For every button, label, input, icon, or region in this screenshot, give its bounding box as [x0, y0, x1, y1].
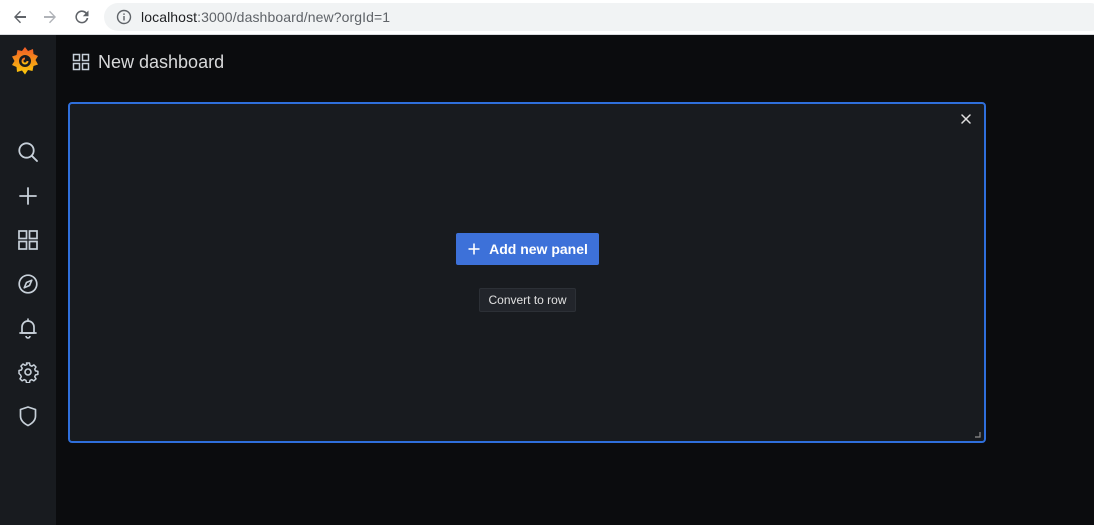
side-menu: [0, 35, 56, 525]
search-icon: [18, 142, 38, 162]
server-admin-nav-item[interactable]: [14, 402, 42, 430]
page-title[interactable]: New dashboard: [98, 52, 224, 73]
convert-to-row-button[interactable]: Convert to row: [479, 288, 576, 312]
arrow-right-icon: [44, 10, 56, 24]
alerting-nav-item[interactable]: [14, 314, 42, 342]
page-header: New dashboard: [72, 49, 224, 75]
info-icon[interactable]: [116, 9, 132, 25]
shield-icon: [19, 406, 37, 427]
close-icon: [961, 114, 971, 124]
apps-icon: [18, 230, 38, 250]
convert-to-row-label: Convert to row: [488, 293, 567, 307]
gear-icon: [18, 362, 39, 383]
url-text: localhost:3000/dashboard/new?orgId=1: [141, 9, 390, 25]
grafana-app: New dashboard Add new panel Convert to r…: [0, 35, 1094, 525]
compass-icon: [18, 274, 38, 294]
close-panel-button[interactable]: [958, 111, 974, 127]
forward-button[interactable]: [34, 1, 66, 33]
browser-toolbar: localhost:3000/dashboard/new?orgId=1: [0, 0, 1094, 35]
configuration-nav-item[interactable]: [14, 358, 42, 386]
resize-handle-icon[interactable]: [973, 430, 981, 438]
arrow-left-icon: [14, 10, 26, 24]
reload-icon: [75, 10, 89, 24]
back-button[interactable]: [4, 1, 36, 33]
add-new-panel-label: Add new panel: [489, 241, 588, 257]
dashboards-nav-item[interactable]: [14, 226, 42, 254]
create-nav-item[interactable]: [14, 182, 42, 210]
add-new-panel-button[interactable]: Add new panel: [456, 233, 599, 265]
apps-icon: [72, 53, 90, 71]
plus-icon: [467, 242, 481, 256]
explore-nav-item[interactable]: [14, 270, 42, 298]
address-bar[interactable]: localhost:3000/dashboard/new?orgId=1: [104, 3, 1094, 31]
new-panel-placeholder: Add new panel Convert to row: [68, 102, 986, 443]
plus-icon: [19, 187, 37, 205]
url-path: :3000/dashboard/new?orgId=1: [197, 9, 391, 25]
search-nav-item[interactable]: [14, 138, 42, 166]
reload-button[interactable]: [66, 1, 98, 33]
bell-icon: [19, 318, 37, 339]
url-host: localhost: [141, 9, 198, 25]
grafana-logo[interactable]: [9, 44, 41, 78]
